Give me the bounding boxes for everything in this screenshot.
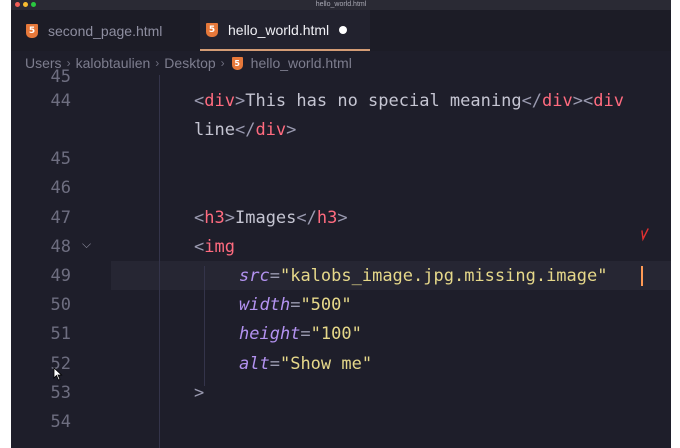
line-number: 50: [50, 295, 71, 315]
breadcrumb: Users › kalobtaulien › Desktop › 5 hello…: [11, 51, 671, 75]
chevron-right-icon: ›: [155, 56, 160, 70]
code-token: src: [239, 266, 270, 286]
code-editor[interactable]: ⌵ 45 44 <div>This has no special meaning</…: [11, 67, 671, 448]
code-token: img: [204, 237, 235, 257]
code-token: >: [224, 208, 235, 228]
code-token: </: [521, 91, 543, 111]
code-token: >: [286, 120, 297, 140]
html5-icon: 5: [26, 23, 38, 38]
code-line[interactable]: <div>This has no special meaning</div><d…: [194, 91, 624, 111]
code-token: </: [296, 208, 317, 228]
code-token: div: [204, 91, 235, 111]
code-token: h3: [316, 208, 338, 228]
line-number: 46: [50, 178, 71, 198]
breadcrumb-item-file[interactable]: hello_world.html: [251, 55, 352, 71]
code-line[interactable]: line</div>: [194, 120, 296, 140]
html5-icon: 5: [206, 22, 218, 37]
code-token: <: [583, 91, 594, 111]
code-line[interactable]: height="100": [239, 324, 362, 344]
code-token: <: [194, 91, 205, 111]
code-token: >: [572, 91, 584, 111]
code-line[interactable]: width="500": [239, 295, 352, 315]
chevron-right-icon: ›: [220, 56, 225, 70]
breadcrumb-item-desktop[interactable]: Desktop: [164, 55, 215, 71]
code-line[interactable]: <h3>Images</h3>: [194, 208, 348, 228]
code-token: Images: [234, 208, 297, 228]
code-token: "kalobs_image.jpg.missing.image": [279, 266, 608, 286]
code-line[interactable]: >: [194, 383, 204, 403]
annotation-mark-icon: [641, 228, 649, 242]
code-token: div: [542, 91, 573, 111]
code-token: height: [239, 324, 301, 344]
code-token: =: [300, 324, 311, 344]
code-token: div: [255, 120, 287, 140]
line-number: 52: [50, 354, 71, 374]
code-token: =: [269, 266, 280, 286]
line-number: 54: [50, 412, 71, 432]
code-line[interactable]: <img: [194, 237, 235, 257]
code-token: =: [269, 354, 280, 374]
text-cursor: [641, 266, 643, 286]
line-number: 47: [50, 208, 71, 228]
tab-label: second_page.html: [48, 22, 163, 39]
indent-guide: [204, 266, 205, 386]
code-token: alt: [239, 354, 270, 374]
breadcrumb-item-user[interactable]: kalobtaulien: [76, 55, 151, 71]
line-number: 51: [50, 324, 71, 344]
line-number: 48: [50, 237, 71, 257]
code-token: h3: [204, 208, 225, 228]
html5-icon: 5: [231, 56, 243, 70]
tab-hello-world[interactable]: 5 hello_world.html: [200, 10, 370, 51]
tab-bar: 5 second_page.html 5 hello_world.html: [11, 10, 671, 51]
window-title: hello_world.html: [315, 1, 367, 8]
code-token: <: [194, 237, 205, 257]
line-number: 44: [50, 91, 71, 111]
code-token: line: [194, 120, 235, 140]
code-line[interactable]: alt="Show me": [239, 354, 372, 374]
code-token: width: [239, 295, 291, 315]
title-bar: hello_world.html: [11, 0, 671, 10]
code-token: >: [337, 208, 348, 228]
code-token: div: [593, 91, 624, 111]
code-token: =: [290, 295, 301, 315]
code-token: </: [234, 120, 256, 140]
line-number: 45: [50, 149, 71, 169]
code-token: This has no special meaning: [245, 91, 522, 111]
line-number: 53: [50, 383, 71, 403]
indent-guide: [159, 75, 160, 448]
code-token: <: [194, 208, 205, 228]
tab-second-page[interactable]: 5 second_page.html: [20, 10, 190, 51]
code-token: "100": [310, 324, 362, 344]
mouse-pointer-icon: [53, 367, 63, 381]
code-line[interactable]: src="kalobs_image.jpg.missing.image": [239, 266, 607, 286]
fold-chevron-icon[interactable]: ⌵: [82, 237, 91, 252]
line-number: 49: [50, 266, 71, 286]
tab-label: hello_world.html: [228, 21, 330, 38]
line-number: 45: [50, 67, 71, 87]
code-token: "500": [300, 295, 352, 315]
unsaved-dot-icon[interactable]: [339, 25, 348, 34]
code-token: >: [234, 91, 246, 111]
code-token: >: [194, 383, 205, 403]
editor-window: hello_world.html 5 second_page.html 5 he…: [11, 0, 671, 448]
code-token: "Show me": [279, 354, 373, 374]
